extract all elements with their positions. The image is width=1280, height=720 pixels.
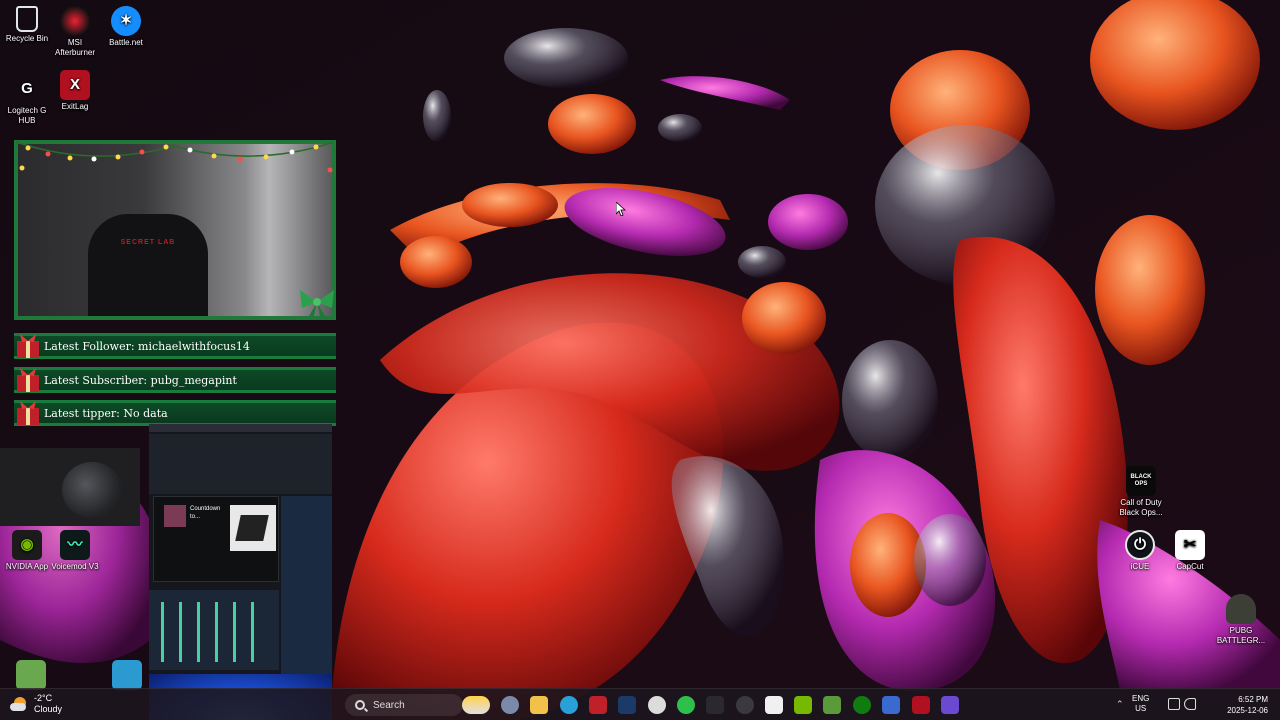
terminal-icon[interactable] [882,696,900,714]
capture-audio-mixer [149,434,332,494]
language-region: US [1135,704,1147,713]
gift-icon [17,368,39,392]
volume-icon[interactable] [1184,698,1196,710]
desktop-icon-exitlag[interactable]: X ExitLag [48,70,102,112]
desktop-icon-label: Logitech G HUB [7,106,47,125]
desktop-icon-label: Battle.net [109,38,143,47]
desktop-icon-label: Voicemod V3 [51,562,99,571]
capture-song-title: Countdown to... [190,506,221,520]
exitlag-icon: X [60,70,90,100]
steelseries-icon[interactable] [648,696,666,714]
edge-icon[interactable] [560,696,578,714]
chair-brand-label: SECRET LAB [120,239,176,246]
minecraft-icon[interactable] [823,696,841,714]
desktop-icon-pubg[interactable]: PUBG BATTLEGR... [1214,594,1268,646]
latest-subscriber-bar: Latest Subscriber: pubg_megapint [14,367,336,393]
desktop-icon-label: ExitLag [61,102,89,111]
mouse-cursor-icon [616,202,626,216]
desktop-icon-label: CapCut [1176,562,1204,571]
capture-album-art [230,505,276,551]
recycle-bin-icon [16,6,38,32]
language-code: ENG [1132,694,1150,703]
clock-time: 6:52 PM [1238,695,1268,704]
secondary-camera-feed [0,448,140,526]
exitlag-icon[interactable] [912,696,930,714]
capture-faders [149,590,279,670]
ribbon-bow-icon [300,290,334,318]
xbox-app-icon[interactable] [853,696,871,714]
desktop-icon-recycle-bin[interactable]: Recycle Bin [0,6,54,44]
gift-icon [17,334,39,358]
voicemod-icon: 〰 [60,530,90,560]
desktop-icon-logitech-g-hub[interactable]: G Logitech G HUB [0,74,54,126]
weather-temperature: -2°C [34,693,53,703]
capture-music-player: Countdown to... [153,496,279,582]
weather-description: Cloudy [34,704,63,714]
store-icon [112,660,142,690]
logitech-icon[interactable] [706,696,724,714]
capture-titlebar [149,424,332,432]
obs-icon[interactable] [736,696,754,714]
desktop-icon-msi-afterburner[interactable]: MSI Afterburner [48,6,102,58]
call-of-duty-icon: BLACK OPS [1126,466,1156,496]
icue-icon: ⏻ [1125,530,1155,560]
desktop-icon-capcut[interactable]: ✂ CapCut [1163,530,1217,572]
weather-widget-icon[interactable] [462,696,490,714]
latest-follower-text: Latest Follower: michaelwithfocus14 [44,339,250,353]
steam-icon[interactable] [618,696,636,714]
xbox-icon[interactable] [677,696,695,714]
latest-follower-bar: Latest Follower: michaelwithfocus14 [14,333,336,359]
chevron-up-icon[interactable]: ⌃ [1116,699,1124,710]
weather-icon [10,695,28,713]
desktop-icon-label: Recycle Bin [5,34,49,43]
weather-widget[interactable]: -2°C Cloudy [10,693,62,715]
desktop-icon-label: Call of Duty Black Ops... [1119,498,1163,517]
gaming-chair [88,214,208,316]
gift-icon [17,401,39,425]
desktop-icon-label: NVIDIA App [5,562,49,571]
capture-thumbnail [164,505,186,527]
latest-tipper-bar: Latest tipper: No data [14,400,336,426]
christmas-lights-icon [15,141,335,173]
file-explorer-icon[interactable] [530,696,548,714]
capture-side-panel [281,496,332,676]
pubg-icon [1226,594,1256,624]
language-indicator[interactable]: ENG US [1132,694,1149,714]
clock-date: 2025-12-06 [1227,706,1268,715]
capcut-icon: ✂ [1175,530,1205,560]
desktop-icon-label: MSI Afterburner [54,38,96,57]
cod-badge: BLACK OPS [1130,474,1152,487]
desktop-icon-voicemod[interactable]: 〰 Voicemod V3 [48,530,102,572]
msi-afterburner-icon [60,6,90,36]
search-placeholder: Search [373,699,405,711]
latest-subscriber-text: Latest Subscriber: pubg_megapint [44,373,237,387]
desktop-icon-call-of-duty[interactable]: BLACK OPS Call of Duty Black Ops... [1114,466,1168,518]
desktop-icon-nvidia[interactable]: ◉ NVIDIA App [0,530,54,572]
logitech-g-hub-icon: G [21,80,33,97]
desktop-icon-icue[interactable]: ⏻ iCUE [1113,530,1167,572]
desktop-icon-battlenet[interactable]: ✶ Battle.net [99,6,153,48]
settings-icon[interactable] [501,696,519,714]
capcut-icon[interactable] [765,696,783,714]
system-tray: ⌃ ENG US 6:52 PM 2025-12-06 [1110,689,1280,720]
battlenet-icon: ✶ [111,6,141,36]
network-icon[interactable] [1168,698,1180,710]
game-icon[interactable] [589,696,607,714]
taskbar-search[interactable]: Search [345,694,463,716]
search-icon [355,700,365,710]
latest-tipper-text: Latest tipper: No data [44,406,168,420]
desktop-icon-label: PUBG BATTLEGR... [1216,626,1266,645]
minecraft-icon [16,660,46,690]
nvidia-icon[interactable] [794,696,812,714]
taskbar: -2°C Cloudy Search ⌃ ENG US 6:52 PM 2025… [0,688,1280,720]
screen-capture-overlay: Countdown to... [149,424,332,720]
desktop-icon-label: iCUE [1130,562,1150,571]
app-icon[interactable] [941,696,959,714]
nvidia-icon: ◉ [12,530,42,560]
camera-subject [62,462,122,518]
clock[interactable]: 6:52 PM 2025-12-06 [1227,694,1268,716]
